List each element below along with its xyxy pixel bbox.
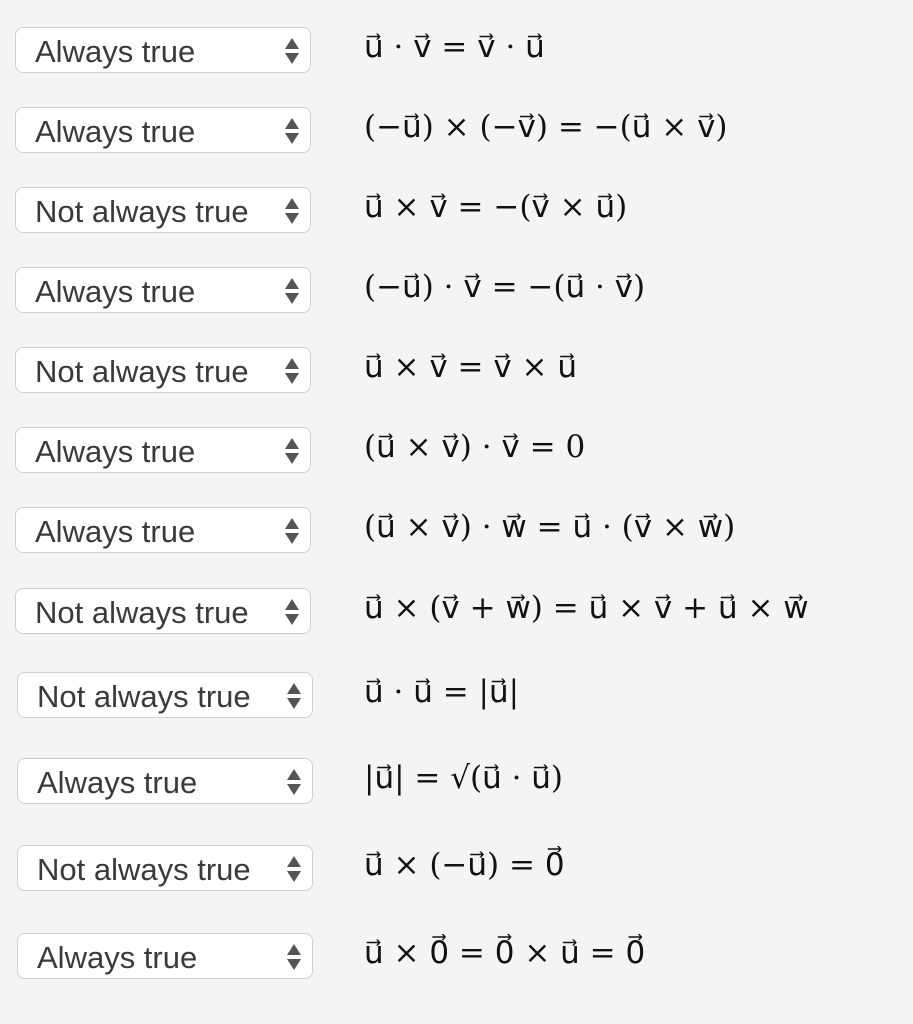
- statement-row: Always true (u⃗ × v⃗) · v⃗ = 0: [0, 427, 913, 477]
- statement-row: Always true (u⃗ × v⃗) · w⃗ = u⃗ · (v⃗ × …: [0, 507, 913, 557]
- answer-select[interactable]: Always true: [15, 267, 311, 313]
- statement-row: Always true |u⃗| = √(u⃗ · u⃗): [0, 758, 913, 808]
- statement-row: Always true u⃗ × 0⃗ = 0⃗ × u⃗ = 0⃗: [0, 933, 913, 983]
- up-down-arrows-icon: [285, 516, 301, 546]
- statement-row: Always true u⃗ · v⃗ = v⃗ · u⃗: [0, 27, 913, 77]
- answer-select[interactable]: Not always true: [15, 588, 311, 634]
- answer-value: Always true: [37, 940, 198, 975]
- statement-row: Not always true u⃗ × (v⃗ + w⃗) = u⃗ × v⃗…: [0, 588, 913, 638]
- up-down-arrows-icon: [285, 597, 301, 627]
- statement-row: Not always true u⃗ × v⃗ = −(v⃗ × u⃗): [0, 187, 913, 237]
- answer-value: Always true: [35, 434, 196, 469]
- answer-select[interactable]: Not always true: [15, 187, 311, 233]
- answer-value: Always true: [35, 34, 196, 69]
- up-down-arrows-icon: [287, 854, 303, 884]
- math-statement: (−u⃗) × (−v⃗) = −(u⃗ × v⃗): [364, 109, 728, 145]
- up-down-arrows-icon: [285, 356, 301, 386]
- up-down-arrows-icon: [287, 767, 303, 797]
- answer-value: Not always true: [35, 194, 249, 229]
- up-down-arrows-icon: [285, 196, 301, 226]
- math-statement: |u⃗| = √(u⃗ · u⃗): [364, 760, 564, 796]
- answer-select[interactable]: Always true: [15, 27, 311, 73]
- statement-row: Always true (−u⃗) · v⃗ = −(u⃗ · v⃗): [0, 267, 913, 317]
- up-down-arrows-icon: [285, 436, 301, 466]
- answer-select[interactable]: Not always true: [15, 347, 311, 393]
- math-statement: (u⃗ × v⃗) · w⃗ = u⃗ · (v⃗ × w⃗): [364, 509, 736, 545]
- statement-row: Not always true u⃗ × v⃗ = v⃗ × u⃗: [0, 347, 913, 397]
- answer-select[interactable]: Always true: [15, 107, 311, 153]
- answer-value: Always true: [35, 114, 196, 149]
- up-down-arrows-icon: [285, 116, 301, 146]
- answer-select[interactable]: Not always true: [17, 845, 313, 891]
- answer-select[interactable]: Always true: [17, 758, 313, 804]
- math-statement: (u⃗ × v⃗) · v⃗ = 0: [364, 429, 586, 465]
- math-statement: u⃗ × 0⃗ = 0⃗ × u⃗ = 0⃗: [364, 935, 646, 971]
- up-down-arrows-icon: [287, 942, 303, 972]
- math-statement: u⃗ · v⃗ = v⃗ · u⃗: [364, 29, 545, 65]
- answer-value: Always true: [35, 274, 196, 309]
- math-statement: u⃗ × v⃗ = v⃗ × u⃗: [364, 349, 578, 385]
- answer-value: Not always true: [35, 595, 249, 630]
- answer-select[interactable]: Not always true: [17, 672, 313, 718]
- answer-value: Not always true: [35, 354, 249, 389]
- math-statement: u⃗ × (v⃗ + w⃗) = u⃗ × v⃗ + u⃗ × w⃗: [364, 590, 809, 626]
- answer-value: Always true: [35, 514, 196, 549]
- statement-row: Always true (−u⃗) × (−v⃗) = −(u⃗ × v⃗): [0, 107, 913, 157]
- answer-select[interactable]: Always true: [15, 507, 311, 553]
- math-statement: u⃗ × v⃗ = −(v⃗ × u⃗): [364, 189, 628, 225]
- answer-value: Not always true: [37, 679, 251, 714]
- answer-value: Always true: [37, 765, 198, 800]
- up-down-arrows-icon: [287, 681, 303, 711]
- math-statement: u⃗ · u⃗ = |u⃗|: [364, 674, 520, 710]
- answer-value: Not always true: [37, 852, 251, 887]
- up-down-arrows-icon: [285, 276, 301, 306]
- math-statement: u⃗ × (−u⃗) = 0⃗: [364, 847, 565, 883]
- answer-select[interactable]: Always true: [15, 427, 311, 473]
- statement-row: Not always true u⃗ · u⃗ = |u⃗|: [0, 672, 913, 722]
- answer-select[interactable]: Always true: [17, 933, 313, 979]
- up-down-arrows-icon: [285, 36, 301, 66]
- math-statement: (−u⃗) · v⃗ = −(u⃗ · v⃗): [364, 269, 646, 305]
- statement-row: Not always true u⃗ × (−u⃗) = 0⃗: [0, 845, 913, 895]
